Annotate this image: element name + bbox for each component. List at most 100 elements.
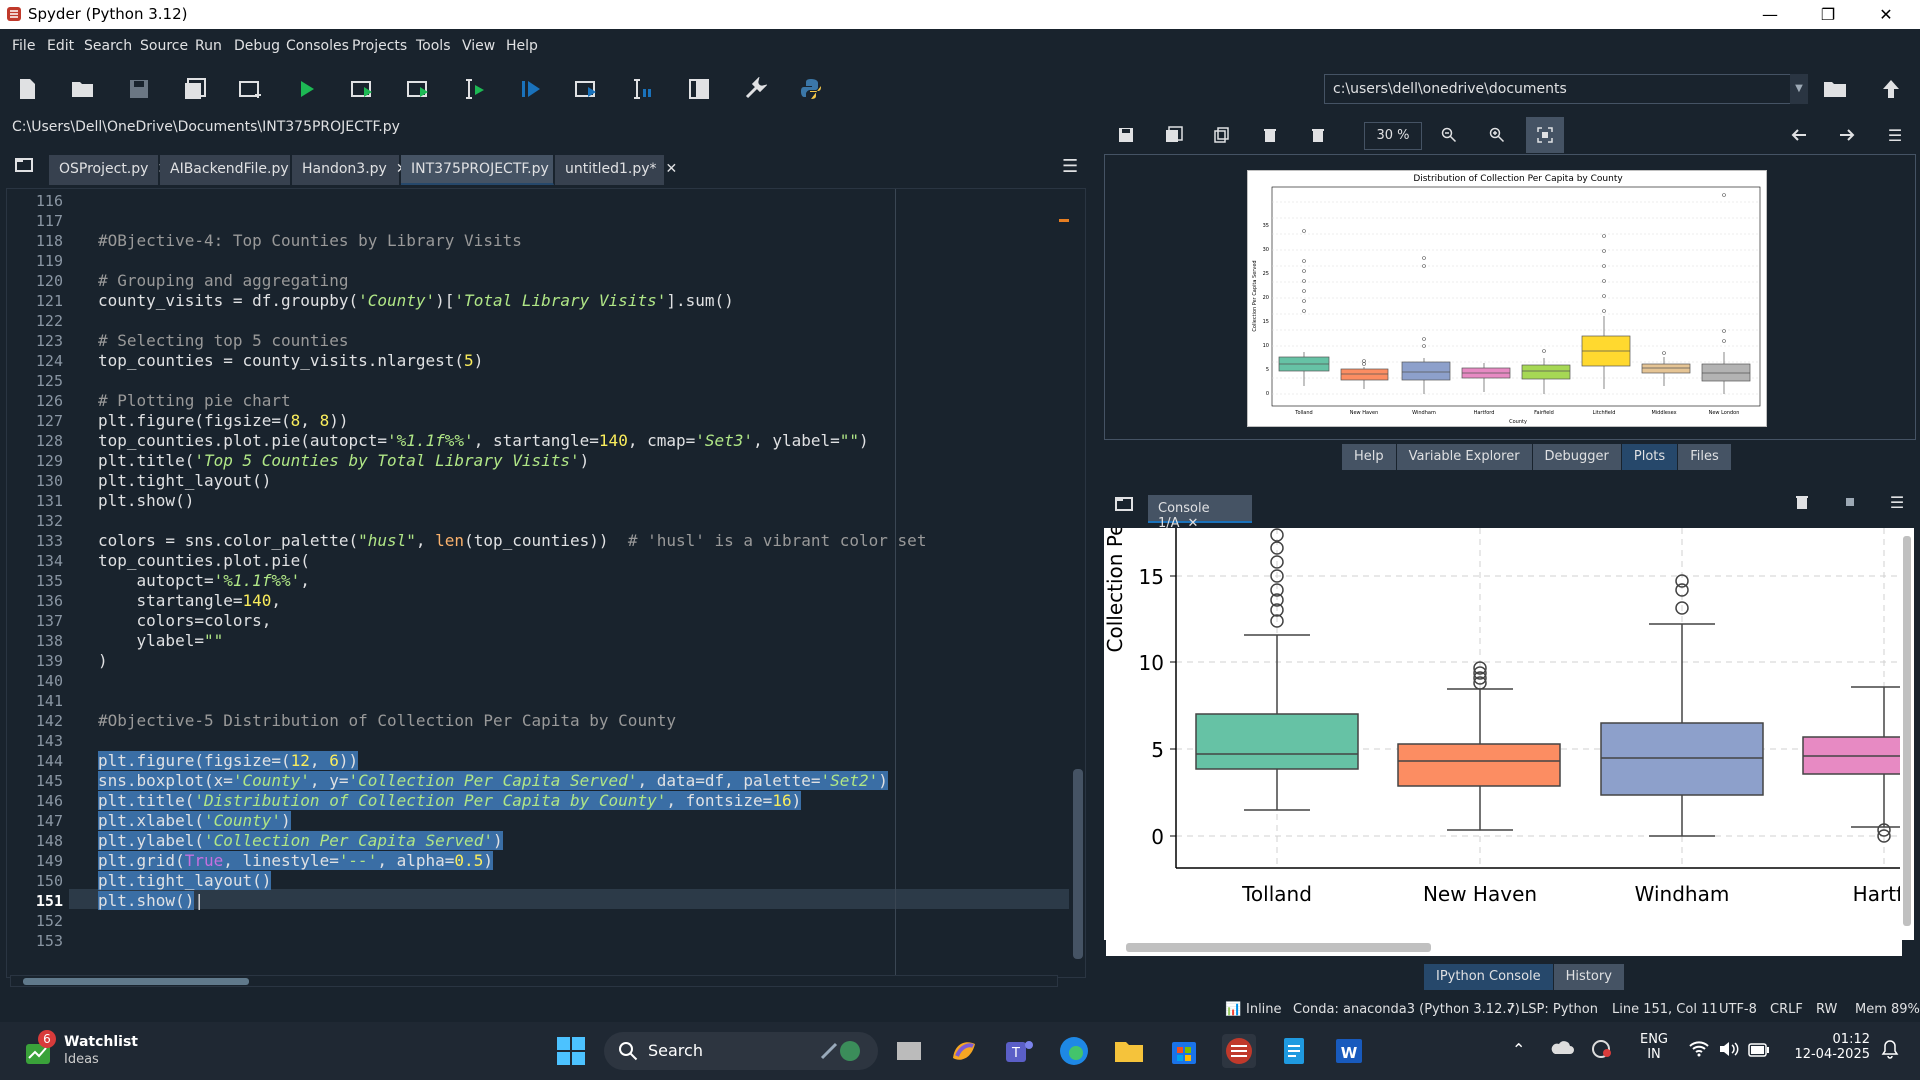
taskbar-search-box[interactable]: Search xyxy=(604,1032,878,1070)
console-horizontal-scrollbar[interactable] xyxy=(1106,940,1902,956)
preferences-wrench-icon[interactable] xyxy=(738,73,772,105)
language-indicator[interactable]: ENG IN xyxy=(1634,1032,1674,1062)
tab-int375projectf[interactable]: INT375PROJECTF.py✕ xyxy=(401,155,570,185)
debug-cell-icon[interactable] xyxy=(570,73,604,105)
status-lsp[interactable]: ✓ LSP: Python xyxy=(1506,1002,1598,1017)
run-selection-icon[interactable] xyxy=(458,73,492,105)
microsoft-store-icon[interactable] xyxy=(1167,1034,1201,1068)
tab-plots[interactable]: Plots xyxy=(1621,444,1679,470)
zoom-in-icon[interactable] xyxy=(1480,119,1514,151)
tab-history[interactable]: History xyxy=(1553,964,1625,990)
remove-variables-icon[interactable] xyxy=(1785,486,1819,518)
sync-icon[interactable] xyxy=(1590,1038,1612,1064)
python-path-manager-icon[interactable] xyxy=(794,73,828,105)
task-view-icon[interactable] xyxy=(892,1034,926,1068)
menu-consoles[interactable]: Consoles xyxy=(286,38,349,54)
editor-options-icon[interactable]: ☰ xyxy=(1062,156,1078,177)
run-cell-advance-icon[interactable] xyxy=(402,73,436,105)
minimize-button[interactable]: — xyxy=(1746,0,1794,29)
zoom-out-icon[interactable] xyxy=(1432,119,1466,151)
scrollbar-thumb[interactable] xyxy=(1126,943,1431,952)
menu-help[interactable]: Help xyxy=(506,38,538,54)
code-editor[interactable]: 116 117 118 119 120 121 122 123 124 125 … xyxy=(6,188,1086,978)
scrollbar-thumb[interactable] xyxy=(23,978,249,985)
tab-handon3[interactable]: Handon3.py✕ xyxy=(292,155,408,185)
console-options-icon[interactable]: ☰ xyxy=(1880,486,1914,518)
copilot-icon[interactable] xyxy=(947,1034,981,1068)
tab-osproject[interactable]: OSProject.py✕ xyxy=(49,155,169,185)
menu-edit[interactable]: Edit xyxy=(47,38,74,54)
file-explorer-icon[interactable] xyxy=(1112,1034,1146,1068)
new-cell-icon[interactable] xyxy=(234,73,268,105)
copy-plot-icon[interactable] xyxy=(1205,119,1239,151)
debug-file-icon[interactable] xyxy=(514,73,548,105)
plot-zoom-input[interactable]: 30 % xyxy=(1364,122,1422,150)
stop-kernel-icon[interactable] xyxy=(1833,486,1867,518)
window-title: Spyder (Python 3.12) xyxy=(28,5,188,23)
volume-icon[interactable] xyxy=(1718,1040,1740,1062)
word-icon[interactable]: W xyxy=(1332,1034,1366,1068)
tab-files[interactable]: Files xyxy=(1678,444,1732,470)
open-file-icon[interactable] xyxy=(66,73,100,105)
tab-untitled1[interactable]: untitled1.py* ✕ xyxy=(555,155,677,185)
browse-directory-icon[interactable] xyxy=(1818,73,1852,105)
save-plot-icon[interactable] xyxy=(1109,119,1143,151)
show-hidden-icons-icon[interactable]: ⌃ xyxy=(1512,1040,1525,1059)
tab-ipython-console[interactable]: IPython Console xyxy=(1424,964,1554,990)
maximize-pane-icon[interactable] xyxy=(682,73,716,105)
scrollbar-thumb[interactable] xyxy=(1903,536,1911,926)
battery-icon[interactable] xyxy=(1748,1042,1770,1061)
new-file-icon[interactable] xyxy=(10,73,44,105)
restore-button[interactable]: ❐ xyxy=(1804,0,1852,29)
menu-projects[interactable]: Projects xyxy=(352,38,407,54)
tab-aibackendfile[interactable]: AIBackendFile.py✕ xyxy=(160,155,309,185)
menu-tools[interactable]: Tools xyxy=(416,38,451,54)
next-plot-icon[interactable] xyxy=(1830,119,1864,151)
x-tick-label: Windham xyxy=(1635,882,1730,906)
tab-debugger[interactable]: Debugger xyxy=(1532,444,1622,470)
editor-horizontal-scrollbar[interactable] xyxy=(10,975,1058,987)
menu-view[interactable]: View xyxy=(462,38,495,54)
close-tab-icon[interactable]: ✕ xyxy=(666,161,678,177)
parent-directory-icon[interactable] xyxy=(1874,73,1908,105)
tab-console-1a[interactable]: Console 1/A ✕ xyxy=(1148,495,1252,531)
save-file-icon[interactable] xyxy=(122,73,156,105)
notepad-icon[interactable] xyxy=(1277,1034,1311,1068)
fit-plot-icon[interactable] xyxy=(1526,117,1564,153)
status-conda[interactable]: Conda: anaconda3 (Python 3.12.7) xyxy=(1293,1002,1520,1017)
menu-debug[interactable]: Debug xyxy=(234,38,280,54)
save-all-icon[interactable] xyxy=(178,73,212,105)
close-window-button[interactable]: ✕ xyxy=(1862,0,1910,29)
working-directory-dropdown-icon[interactable]: ▼ xyxy=(1790,74,1808,104)
onedrive-icon[interactable] xyxy=(1550,1040,1574,1060)
previous-plot-icon[interactable] xyxy=(1782,119,1816,151)
working-directory-input[interactable]: c:\users\dell\onedrive\documents xyxy=(1324,74,1808,104)
console-output[interactable]: 15 10 5 0 Collection Pe Tolland New Have… xyxy=(1104,528,1900,940)
spyder-taskbar-icon[interactable] xyxy=(1222,1034,1256,1068)
scrollbar-thumb[interactable] xyxy=(1073,769,1083,959)
status-inline[interactable]: Inline xyxy=(1246,1002,1282,1017)
notification-center-icon[interactable] xyxy=(1880,1039,1900,1063)
plots-options-icon[interactable]: ☰ xyxy=(1878,119,1912,151)
edge-browser-icon[interactable] xyxy=(1057,1034,1091,1068)
save-all-plots-icon[interactable] xyxy=(1157,119,1191,151)
tab-variable-explorer[interactable]: Variable Explorer xyxy=(1396,444,1533,470)
windows-start-icon[interactable] xyxy=(554,1034,588,1068)
remove-plot-icon[interactable] xyxy=(1253,119,1287,151)
tab-help[interactable]: Help xyxy=(1342,444,1397,470)
wifi-icon[interactable] xyxy=(1688,1040,1710,1062)
run-cell-icon[interactable] xyxy=(346,73,380,105)
menu-file[interactable]: File xyxy=(12,38,35,54)
menu-search[interactable]: Search xyxy=(84,38,132,54)
remove-all-plots-icon[interactable] xyxy=(1301,119,1335,151)
run-file-icon[interactable] xyxy=(290,73,324,105)
debug-selection-icon[interactable] xyxy=(626,73,660,105)
menu-source[interactable]: Source xyxy=(140,38,188,54)
teams-icon[interactable]: T xyxy=(1002,1034,1036,1068)
console-browse-tabs-icon[interactable] xyxy=(1114,495,1134,517)
watchlist-widget[interactable]: 6 Watchlist Ideas xyxy=(22,1030,142,1072)
console-vertical-scrollbar[interactable] xyxy=(1900,528,1914,940)
menu-run[interactable]: Run xyxy=(195,38,222,54)
clock[interactable]: 01:12 12-04-2025 xyxy=(1778,1032,1870,1062)
editor-vertical-scrollbar[interactable] xyxy=(1071,189,1085,977)
